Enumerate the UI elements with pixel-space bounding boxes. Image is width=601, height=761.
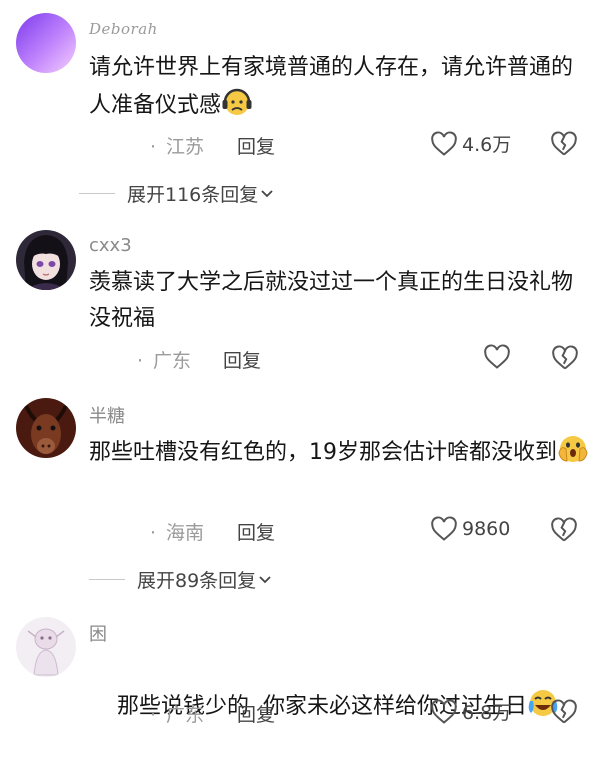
like-count: 4.6万 <box>462 134 512 156</box>
avatar[interactable] <box>16 13 76 73</box>
location: 广东 <box>153 350 192 372</box>
broken-heart-icon <box>551 131 577 156</box>
comment-meta: · 广东 <box>137 350 192 372</box>
comment-text: 那些吐槽没有红色的，19岁那会估计啥都没收到 <box>89 433 589 471</box>
comment-meta: · 江苏 <box>150 136 205 158</box>
username[interactable]: 困 <box>89 620 107 646</box>
dislike-button[interactable] <box>550 699 578 729</box>
sad-headphone-emoji <box>222 88 252 115</box>
comment-meta: · 广东 <box>150 704 205 726</box>
username[interactable]: Deborah <box>89 20 158 38</box>
like-count: 9860 <box>462 518 511 540</box>
broken-heart-icon <box>551 699 577 724</box>
like-button[interactable]: 9860 <box>430 516 510 542</box>
dislike-button[interactable] <box>551 345 579 375</box>
like-count: 6.8万 <box>462 702 512 724</box>
reply-button[interactable]: 回复 <box>237 132 275 159</box>
divider <box>89 579 125 580</box>
username[interactable]: 半糖 <box>89 402 125 428</box>
chevron-down-icon <box>261 189 273 197</box>
like-button[interactable] <box>483 344 511 370</box>
avatar[interactable] <box>16 230 76 290</box>
reply-button[interactable]: 回复 <box>223 346 261 373</box>
username[interactable]: cxx3 <box>89 235 132 256</box>
expand-replies-button[interactable]: 展开89条回复 <box>89 566 274 593</box>
location: 江苏 <box>166 136 205 158</box>
comment-text: 羡慕读了大学之后就没过过一个真正的生日没礼物没祝福 <box>89 270 574 331</box>
reply-button[interactable]: 回复 <box>237 518 275 545</box>
comment-meta: · 海南 <box>150 522 205 544</box>
location: 海南 <box>166 522 205 544</box>
heart-icon <box>431 130 457 156</box>
avatar[interactable] <box>16 398 76 458</box>
location: 广东 <box>166 704 205 726</box>
heart-icon <box>431 516 457 541</box>
like-button[interactable]: 4.6万 <box>430 130 511 157</box>
chevron-down-icon <box>259 575 271 583</box>
heart-icon <box>431 698 457 724</box>
reply-button[interactable]: 回复 <box>237 700 275 727</box>
comment-text: 请允许世界上有家境普通的人存在，请允许普通的人准备仪式感 <box>89 55 574 118</box>
broken-heart-icon <box>552 345 578 370</box>
broken-heart-icon <box>551 517 577 542</box>
expand-replies-button[interactable]: 展开116条回复 <box>79 180 276 207</box>
dislike-button[interactable] <box>550 517 578 547</box>
shocked-hands-emoji <box>558 436 588 462</box>
heart-icon <box>484 344 510 369</box>
dislike-button[interactable] <box>550 131 578 161</box>
like-button[interactable]: 6.8万 <box>430 698 511 725</box>
divider <box>79 193 115 194</box>
avatar[interactable] <box>16 617 76 677</box>
